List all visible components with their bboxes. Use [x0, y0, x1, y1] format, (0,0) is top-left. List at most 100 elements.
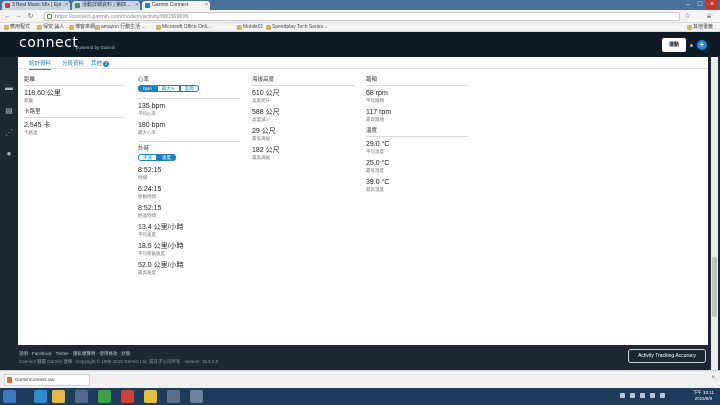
- tray-icon[interactable]: [620, 393, 625, 398]
- chrome-icon[interactable]: [144, 390, 157, 403]
- app-icon[interactable]: [167, 390, 180, 403]
- site-icon: [75, 3, 80, 8]
- scrollbar-thumb[interactable]: [712, 257, 717, 317]
- download-bar: GarminConnect.csv ×: [0, 370, 720, 388]
- divider: [138, 98, 240, 99]
- stat-label: 移動時間: [138, 194, 156, 199]
- tab-other[interactable]: 其他 2: [91, 60, 110, 68]
- activities-nav-button[interactable]: 運動: [662, 38, 686, 52]
- stat-value: 8:52:15: [138, 205, 162, 212]
- network-icon[interactable]: [640, 393, 645, 398]
- tray-icon[interactable]: [630, 393, 635, 398]
- close-window-button[interactable]: ×: [706, 0, 718, 9]
- stat-label: 平均心率: [138, 111, 156, 116]
- close-icon[interactable]: ×: [65, 1, 68, 10]
- calendar-icon[interactable]: ▤: [4, 107, 14, 115]
- media-icon[interactable]: [75, 390, 88, 403]
- bookmark-item[interactable]: amazon 行動生活 ...: [94, 23, 146, 32]
- toggle-max-percent[interactable]: 最大%: [156, 85, 180, 92]
- other-bookmarks[interactable]: 其他書籤: [686, 23, 713, 32]
- tray-icon[interactable]: [660, 393, 665, 398]
- bookmark-item[interactable]: 應用程式: [3, 23, 30, 32]
- stat-label: 平均速度: [138, 232, 156, 237]
- activity-tracking-accuracy-button[interactable]: Activity Tracking Accuracy: [628, 349, 706, 363]
- tab-label: 活動詳細資料 | 第四...: [82, 2, 131, 8]
- close-icon[interactable]: ×: [205, 1, 208, 10]
- tab-laps[interactable]: 分段資料: [62, 60, 84, 68]
- tab-music[interactable]: 3 Best Music Mix | Epi... ×: [2, 1, 70, 10]
- star-icon[interactable]: ☆: [683, 12, 692, 21]
- app-icon[interactable]: [98, 390, 111, 403]
- app-icon[interactable]: [121, 390, 134, 403]
- column-cadence-temp: 踏頻 68 rpm 平均踏頻 117 rpm 最高踏頻 溫度 29.0 °C 平…: [366, 77, 468, 198]
- more-dot-icon[interactable]: [690, 44, 693, 47]
- add-button[interactable]: +: [697, 40, 707, 50]
- profile-icon[interactable]: ●: [4, 150, 14, 158]
- stat-label: 最高海拔: [252, 155, 270, 160]
- toggle-pace[interactable]: 步速: [138, 154, 157, 161]
- bookmark-item[interactable]: 保安 論人 ...: [36, 23, 70, 32]
- folder-icon[interactable]: [52, 390, 65, 403]
- stat-value: 588 公尺: [252, 109, 280, 116]
- logo-subtitle: powered by Garmin: [76, 45, 116, 50]
- bookmarks-bar: 應用程式 保安 論人 ... 博客來網... amazon 行動生活 ... M…: [0, 23, 720, 32]
- stat-label: 最低溫度: [366, 168, 384, 173]
- heart-rate-toggle: bpm 最大% 區間: [138, 85, 240, 92]
- dashboard-icon[interactable]: ▬: [4, 84, 14, 92]
- download-item[interactable]: GarminConnect.csv: [4, 374, 90, 386]
- stat-label: 平均踏頻: [366, 98, 384, 103]
- stat-label: 最高踏頻: [366, 117, 384, 122]
- url-input[interactable]: https://connect.garmin.com/modern/activi…: [44, 12, 680, 21]
- stat-value: 610 公尺: [252, 90, 280, 97]
- section-title: 計時: [138, 146, 150, 152]
- section-title: 海拔高度: [252, 77, 275, 83]
- app-icon[interactable]: [190, 390, 203, 403]
- column-heart-timing: 心率 bpm 最大% 區間 135 bpm 平均心率 180 bpm 最大心率 …: [138, 77, 240, 281]
- toggle-speed[interactable]: 速度: [157, 154, 176, 161]
- back-arrow-icon[interactable]: ←: [3, 12, 12, 21]
- stat-value: 29.0 °C: [366, 141, 390, 148]
- system-clock[interactable]: 下午 10:11 2015/9/9: [693, 390, 714, 402]
- close-icon[interactable]: ×: [711, 375, 715, 381]
- url-text: https://connect.garmin.com/modern/activi…: [55, 14, 189, 20]
- tab-label: 3 Best Music Mix | Epi...: [12, 2, 66, 8]
- bookmark-item[interactable]: Mobile01: [236, 23, 263, 32]
- section-title: 踏頻: [366, 77, 378, 83]
- bookmark-item[interactable]: Microsoft Office Onli...: [155, 23, 211, 32]
- stat-label: 距離: [24, 98, 33, 103]
- stat-label: 最大心率: [138, 130, 156, 135]
- page-content: connect powered by Garmin 運動 + ▬ ▤ ⋰ ● 統…: [0, 32, 720, 370]
- stat-label: 卡路里: [24, 130, 38, 135]
- stat-label: 平均溫度: [366, 149, 384, 154]
- maximize-button[interactable]: □: [694, 0, 706, 9]
- reload-icon[interactable]: ↻: [26, 12, 35, 21]
- connections-icon[interactable]: ⋰: [4, 129, 14, 137]
- stat-label: 最低海拔: [252, 136, 270, 141]
- footer-links[interactable]: 說明 · Facebook · Twitter · 隱私權聲明 · 使用條款 ·…: [19, 351, 130, 357]
- minimize-button[interactable]: –: [682, 0, 694, 9]
- forward-arrow-icon[interactable]: →: [14, 12, 23, 21]
- browser-window: 3 Best Music Mix | Epi... × 活動詳細資料 | 第四.…: [0, 0, 720, 388]
- toggle-bpm[interactable]: bpm: [138, 85, 157, 92]
- youtube-icon: [5, 3, 10, 8]
- divider: [24, 117, 124, 118]
- volume-icon[interactable]: [650, 393, 655, 398]
- address-bar: ← → ↻ https://connect.garmin.com/modern/…: [0, 10, 720, 23]
- tab-activity-detail[interactable]: 活動詳細資料 | 第四... ×: [72, 1, 140, 10]
- tab-garmin-connect[interactable]: Garmin Connect ×: [142, 1, 210, 10]
- connect-logo[interactable]: connect: [19, 35, 78, 51]
- bookmark-item[interactable]: Speedplay Tech Series...: [265, 23, 327, 32]
- sidebar: ▬ ▤ ⋰ ●: [0, 57, 18, 345]
- ie-icon[interactable]: [34, 390, 47, 403]
- stat-label: 時間: [138, 175, 147, 180]
- toggle-zones[interactable]: 區間: [179, 85, 199, 92]
- close-icon[interactable]: ×: [135, 1, 138, 10]
- column-distance: 距離 118.60 公里 距離 卡路里 2,545 卡 卡路里: [24, 77, 124, 141]
- scrollbar[interactable]: [711, 57, 718, 370]
- start-icon[interactable]: [3, 390, 16, 403]
- tab-bar: 3 Best Music Mix | Epi... × 活動詳細資料 | 第四.…: [0, 0, 720, 10]
- stat-value: 52.0 公里/小時: [138, 262, 184, 269]
- taskbar: 下午 10:11 2015/9/9: [0, 388, 720, 405]
- stat-value: 25.0 °C: [366, 160, 390, 167]
- menu-icon[interactable]: ≡: [704, 12, 714, 21]
